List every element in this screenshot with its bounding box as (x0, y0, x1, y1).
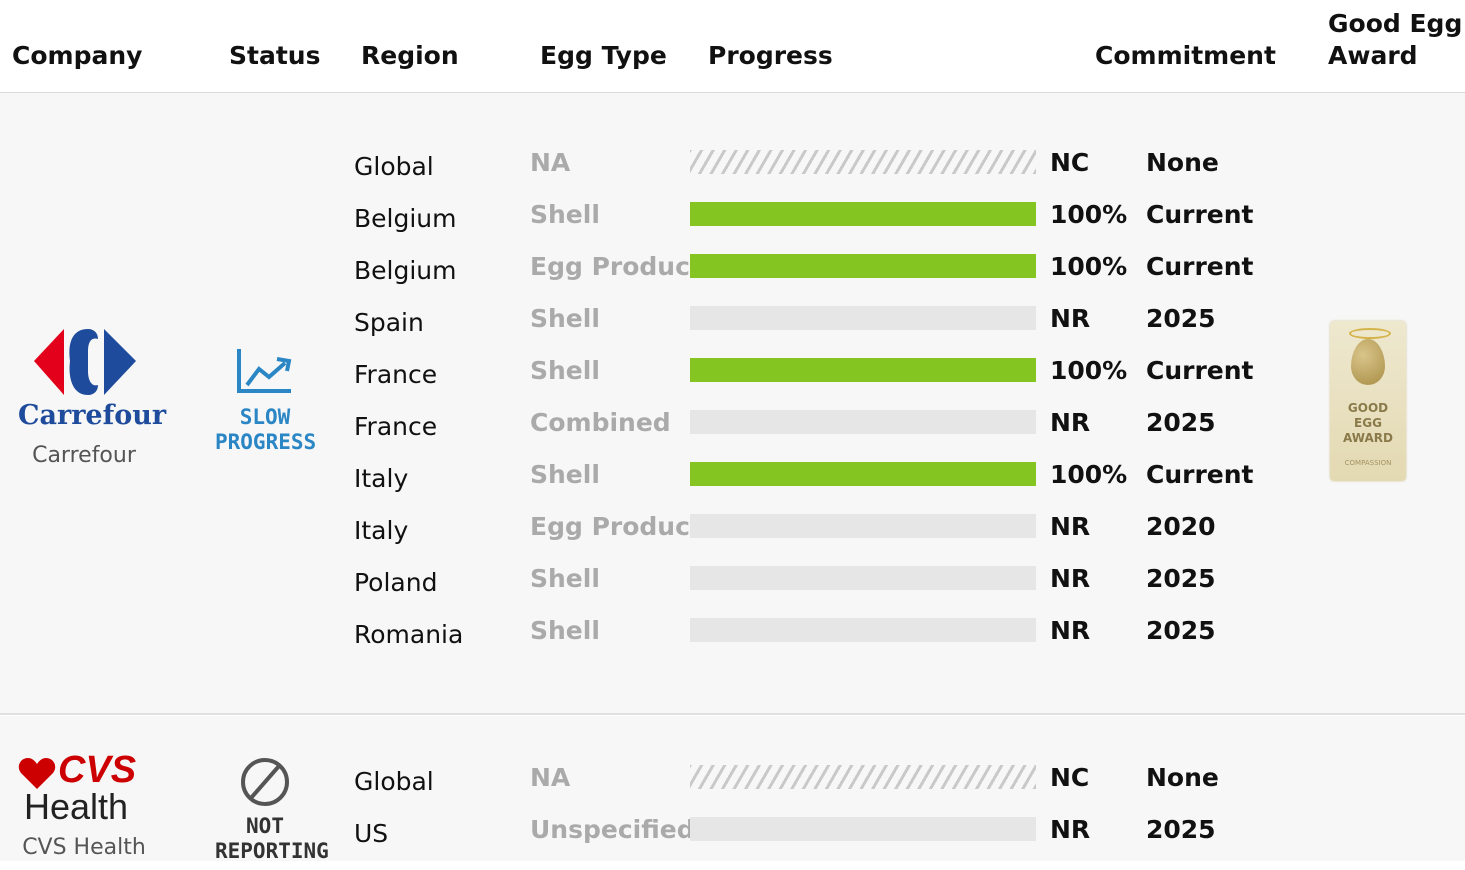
column-header-company[interactable]: Company (12, 40, 142, 72)
commitment-cell: 2025 (1146, 564, 1216, 593)
commitment-cell: 2020 (1146, 512, 1216, 541)
company-section-cvs-health: CVS Health CVS Health NOT REPORTING Glob… (0, 716, 1465, 863)
column-header-commitment[interactable]: Commitment (1095, 40, 1276, 72)
progress-label: NR (1050, 408, 1091, 437)
table-row[interactable]: Romania Shell NR 2025 (0, 616, 1465, 671)
region-cell: Italy (354, 464, 409, 493)
egg-type-cell: Egg Product (530, 512, 702, 541)
progress-bar (690, 817, 1036, 841)
progress-label: NR (1050, 564, 1091, 593)
commitment-cell: 2025 (1146, 408, 1216, 437)
commitment-cell: Current (1146, 200, 1254, 229)
progress-label: 100% (1050, 200, 1128, 229)
progress-label: 100% (1050, 356, 1128, 385)
region-cell: Italy (354, 516, 409, 545)
commitment-cell: 2025 (1146, 304, 1216, 333)
award-line1: GOOD (1347, 401, 1389, 415)
table-row[interactable]: France Shell 100% Current (0, 356, 1465, 411)
egg-type-cell: Shell (530, 304, 600, 333)
egg-type-cell: Unspecified (530, 815, 695, 844)
progress-label: NC (1050, 763, 1090, 792)
egg-type-cell: Combined (530, 408, 671, 437)
progress-label: NR (1050, 304, 1091, 333)
award-footer: COMPASSION (1344, 459, 1392, 467)
region-cell: US (354, 819, 389, 848)
progress-bar (690, 150, 1036, 174)
commitment-cell: 2025 (1146, 616, 1216, 645)
region-cell: Belgium (354, 256, 457, 285)
progress-label: 100% (1050, 252, 1128, 281)
table-row[interactable]: Global NA NC None (0, 148, 1465, 203)
progress-label: NR (1050, 512, 1091, 541)
column-header-region[interactable]: Region (361, 40, 459, 72)
progress-bar (690, 306, 1036, 330)
award-line2: EGG (1354, 416, 1382, 430)
table-row[interactable]: Global NA NC None (0, 763, 1465, 818)
commitment-cell: Current (1146, 252, 1254, 281)
region-cell: Global (354, 767, 434, 796)
table-row[interactable]: US Unspecified NR 2025 (0, 815, 1465, 870)
table-row[interactable]: Poland Shell NR 2025 (0, 564, 1465, 619)
egg-type-cell: Shell (530, 460, 600, 489)
egg-icon (1351, 339, 1385, 385)
progress-bar (690, 462, 1036, 486)
commitment-cell: None (1146, 148, 1219, 177)
progress-bar (690, 618, 1036, 642)
progress-bar (690, 566, 1036, 590)
column-header-progress[interactable]: Progress (708, 40, 833, 72)
egg-type-cell: Shell (530, 356, 600, 385)
egg-type-cell: Shell (530, 616, 600, 645)
award-text: GOOD EGG AWARD (1330, 401, 1406, 446)
halo-icon (1349, 328, 1391, 339)
progress-bar (690, 765, 1036, 789)
region-cell: France (354, 412, 438, 441)
commitment-cell: Current (1146, 356, 1254, 385)
progress-label: 100% (1050, 460, 1128, 489)
company-section-carrefour: Carrefour Carrefour SLOW PROGRESS Global… (0, 93, 1465, 715)
table-header: Company Status Region Egg Type Progress … (0, 0, 1465, 93)
egg-type-cell: Shell (530, 564, 600, 593)
progress-bar-fill (690, 254, 1036, 278)
progress-bar (690, 202, 1036, 226)
table-row[interactable]: Spain Shell NR 2025 (0, 304, 1465, 359)
commitment-cell: None (1146, 763, 1219, 792)
table-row[interactable]: France Combined NR 2025 (0, 408, 1465, 463)
column-header-award-line2: Award (1328, 41, 1418, 70)
region-cell: Poland (354, 568, 438, 597)
progress-bar (690, 254, 1036, 278)
region-cell: Romania (354, 620, 464, 649)
region-cell: Belgium (354, 204, 457, 233)
region-cell: Spain (354, 308, 424, 337)
progress-bar-fill (690, 358, 1036, 382)
egg-type-cell: Egg Product (530, 252, 702, 281)
egg-type-cell: NA (530, 763, 571, 792)
table-row[interactable]: Belgium Egg Product 100% Current (0, 252, 1465, 307)
egg-type-cell: NA (530, 148, 571, 177)
progress-bar-fill (690, 462, 1036, 486)
commitment-cell: Current (1146, 460, 1254, 489)
table-row[interactable]: Italy Shell 100% Current (0, 460, 1465, 515)
commitment-cell: 2025 (1146, 815, 1216, 844)
award-line3: AWARD (1343, 431, 1393, 445)
good-egg-award-badge[interactable]: GOOD EGG AWARD COMPASSION (1330, 321, 1406, 481)
region-cell: Global (354, 152, 434, 181)
column-header-status[interactable]: Status (229, 40, 320, 72)
column-header-award[interactable]: Good Egg Award (1328, 8, 1462, 72)
progress-bar (690, 410, 1036, 434)
egg-type-cell: Shell (530, 200, 600, 229)
column-header-egg-type[interactable]: Egg Type (540, 40, 667, 72)
progress-bar-fill (690, 202, 1036, 226)
table-row[interactable]: Belgium Shell 100% Current (0, 200, 1465, 255)
table-row[interactable]: Italy Egg Product NR 2020 (0, 512, 1465, 567)
column-header-award-line1: Good Egg (1328, 9, 1463, 38)
progress-bar (690, 358, 1036, 382)
progress-bar (690, 514, 1036, 538)
progress-label: NC (1050, 148, 1090, 177)
progress-label: NR (1050, 616, 1091, 645)
progress-label: NR (1050, 815, 1091, 844)
region-cell: France (354, 360, 438, 389)
